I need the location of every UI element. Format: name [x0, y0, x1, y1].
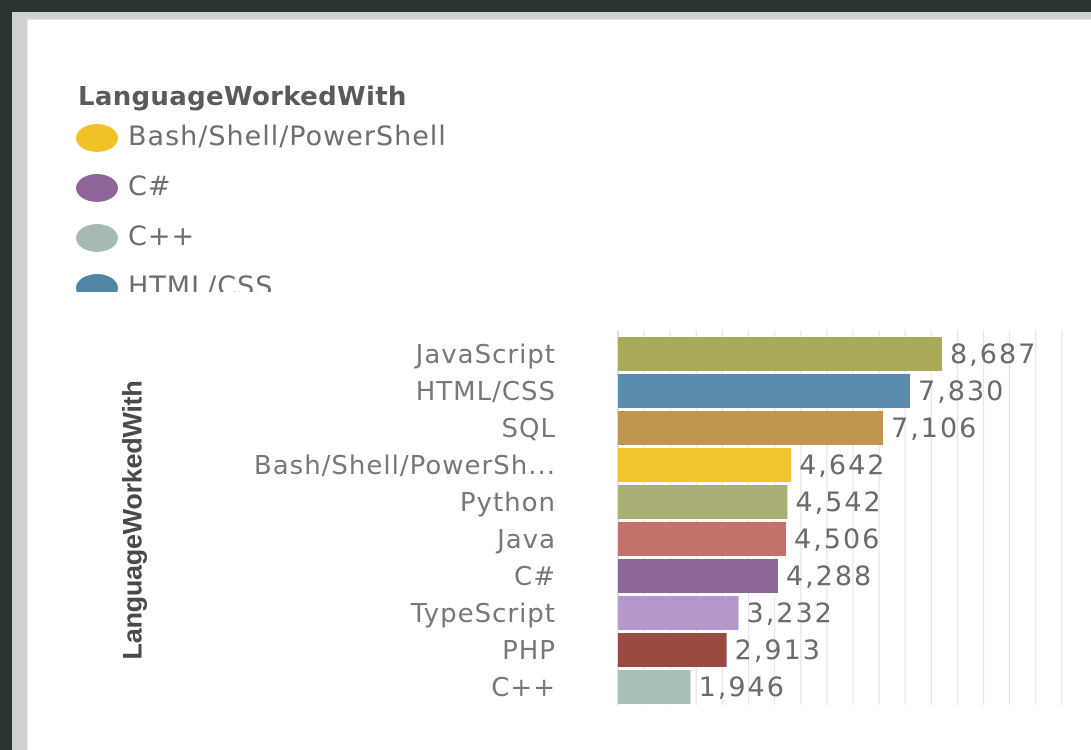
category-label: PHP — [502, 636, 556, 666]
bar-c — [618, 670, 691, 704]
category-label: Python — [460, 488, 556, 518]
category-label: HTML/CSS — [416, 377, 556, 407]
category-label: C# — [514, 562, 556, 592]
category-label: JavaScript — [414, 340, 556, 370]
value-label: 3,232 — [747, 598, 834, 629]
category-label: TypeScript — [410, 599, 556, 629]
bar-html-css — [618, 374, 911, 408]
bar-sql — [618, 411, 884, 445]
value-label: 1,946 — [699, 672, 786, 703]
value-label: 8,687 — [950, 339, 1037, 370]
value-label: 4,542 — [795, 487, 882, 518]
bar-typescript — [618, 596, 739, 630]
category-label: C++ — [491, 673, 556, 703]
value-label: 7,106 — [891, 413, 978, 444]
value-label: 4,642 — [799, 450, 886, 481]
bar-java — [618, 522, 787, 556]
value-label: 7,830 — [918, 376, 1005, 407]
bar-php — [618, 633, 727, 667]
value-label: 4,288 — [786, 561, 873, 592]
category-label: Bash/Shell/PowerSh... — [254, 451, 556, 481]
bar-python — [618, 485, 788, 519]
bar-chart: JavaScript 8,687 HTML/CSS 7,830 SQL 7,106 Bash… — [254, 330, 1063, 705]
bar-c — [618, 559, 778, 593]
bar-bash-shell-powersh — [618, 448, 792, 482]
category-label: Java — [495, 525, 556, 555]
value-label: 4,506 — [794, 524, 881, 555]
value-label: 2,913 — [735, 635, 822, 666]
bar-javascript — [618, 337, 942, 371]
category-label: SQL — [502, 414, 556, 444]
